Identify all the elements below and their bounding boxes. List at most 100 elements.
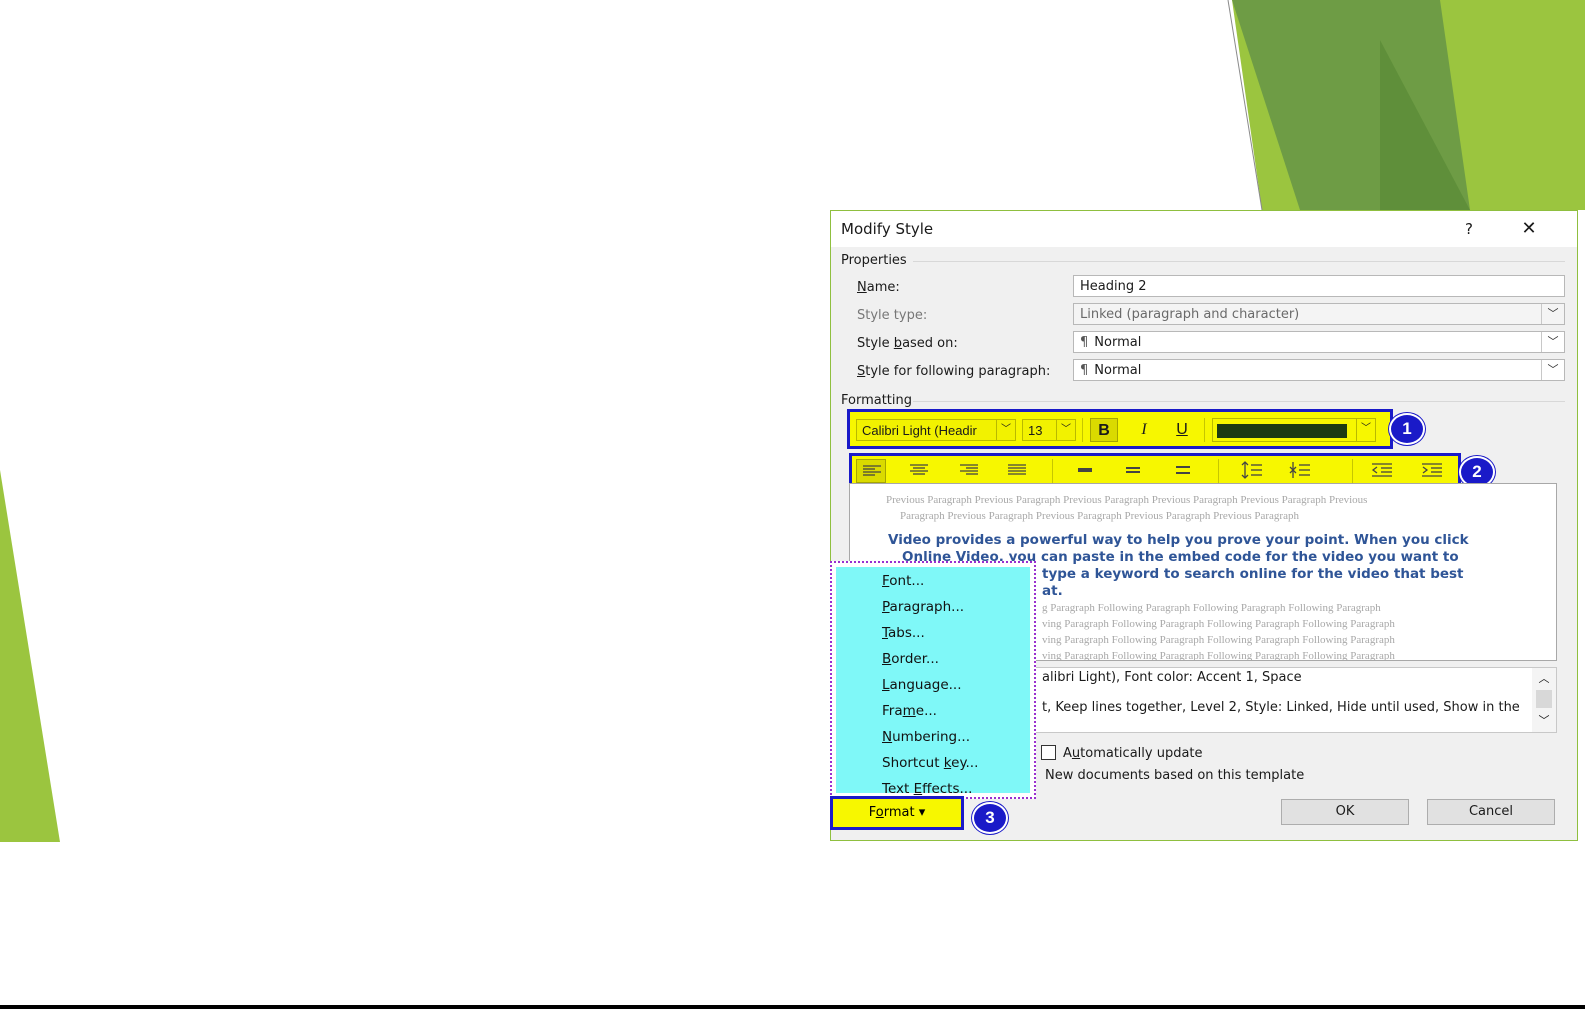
preview-sample-text: type a keyword to search online for the … — [1042, 566, 1464, 582]
format-button[interactable]: Format ▾ — [830, 796, 964, 830]
chevron-down-icon: ﹀ — [1541, 304, 1564, 324]
close-button[interactable]: ✕ — [1517, 217, 1541, 241]
help-button[interactable]: ? — [1457, 217, 1481, 241]
following-paragraph-label: Style for following paragraph: — [857, 364, 1051, 379]
one-half-spacing-button[interactable] — [1118, 459, 1148, 483]
decrease-indent-button[interactable] — [1366, 459, 1396, 483]
toolbar-separator — [1204, 418, 1205, 442]
toolbar-separator — [1082, 418, 1083, 442]
name-label: Name: — [857, 280, 900, 295]
properties-divider — [913, 261, 1565, 262]
style-based-on-select[interactable]: ¶ Normal ﹀ — [1073, 331, 1565, 353]
chevron-down-icon: ﹀ — [996, 420, 1015, 440]
slide-bottom-border — [0, 1005, 1585, 1009]
menu-item-border[interactable]: Border... — [882, 651, 939, 667]
properties-section-label: Properties — [841, 253, 907, 268]
font-color-swatch — [1217, 424, 1347, 438]
menu-item-paragraph[interactable]: Paragraph... — [882, 599, 964, 615]
toolbar-separator — [1352, 459, 1353, 483]
align-left-icon — [863, 465, 881, 476]
ok-button[interactable]: OK — [1281, 799, 1409, 825]
dialog-titlebar: Modify Style ? ✕ — [831, 211, 1577, 247]
new-documents-option-label[interactable]: New documents based on this template — [1045, 768, 1304, 783]
style-type-select[interactable]: Linked (paragraph and character) ﹀ — [1073, 303, 1565, 325]
style-description-line: t, Keep lines together, Level 2, Style: … — [1042, 700, 1520, 715]
increase-paragraph-spacing-button[interactable] — [1236, 459, 1266, 483]
chevron-down-icon: ﹀ — [1541, 332, 1564, 352]
cancel-button[interactable]: Cancel — [1427, 799, 1555, 825]
font-name-value: Calibri Light (Headir — [862, 423, 977, 438]
auto-update-label: Automatically update — [1063, 746, 1203, 761]
decrease-paragraph-spacing-button[interactable] — [1284, 459, 1314, 483]
caret-down-icon: ▾ — [918, 805, 926, 820]
format-dropdown-menu: Font... Paragraph... Tabs... Border... L… — [830, 561, 1036, 799]
chevron-up-icon[interactable]: ︿ — [1532, 670, 1556, 688]
increase-indent-icon — [1422, 463, 1442, 477]
align-left-button[interactable] — [856, 459, 886, 483]
scrollbar-thumb[interactable] — [1536, 690, 1552, 708]
line-spacing-single-icon — [1078, 468, 1092, 472]
following-paragraph-select[interactable]: ¶ Normal ﹀ — [1073, 359, 1565, 381]
menu-item-shortcut-key[interactable]: Shortcut key... — [882, 755, 978, 771]
description-scrollbar[interactable]: ︿ ﹀ — [1532, 668, 1556, 732]
style-type-label: Style type: — [857, 308, 928, 323]
font-size-select[interactable]: 13 ﹀ — [1022, 419, 1076, 441]
align-right-button[interactable] — [954, 459, 984, 483]
menu-item-frame[interactable]: Frame... — [882, 703, 937, 719]
justify-icon — [1008, 464, 1026, 475]
menu-item-text-effects[interactable]: Text Effects... — [882, 781, 972, 797]
preview-previous-paragraph: Previous Paragraph Previous Paragraph Pr… — [886, 494, 1368, 506]
preview-following-paragraph: ving Paragraph Following Paragraph Follo… — [1042, 634, 1395, 646]
menu-item-language[interactable]: Language... — [882, 677, 962, 693]
font-formatting-toolbar: Calibri Light (Headir ﹀ 13 ﹀ B I U ﹀ — [847, 409, 1393, 449]
chevron-down-icon: ﹀ — [1356, 419, 1375, 441]
font-name-select[interactable]: Calibri Light (Headir ﹀ — [856, 419, 1016, 441]
chevron-down-icon: ﹀ — [1541, 360, 1564, 380]
slide-triangle-left — [0, 470, 60, 842]
decrease-indent-icon — [1371, 463, 1392, 477]
format-menu-list: Font... Paragraph... Tabs... Border... L… — [836, 567, 1030, 797]
increase-indent-button[interactable] — [1416, 459, 1446, 483]
auto-update-checkbox[interactable] — [1041, 745, 1056, 760]
single-spacing-button[interactable] — [1070, 459, 1100, 483]
menu-item-font[interactable]: Font... — [882, 573, 924, 589]
chevron-down-icon[interactable]: ﹀ — [1532, 712, 1556, 730]
style-description-line: alibri Light), Font color: Accent 1, Spa… — [1042, 670, 1302, 685]
align-center-button[interactable] — [904, 459, 934, 483]
preview-following-paragraph: ving Paragraph Following Paragraph Follo… — [1042, 650, 1395, 661]
preview-sample-text: at. — [1042, 583, 1063, 599]
formatting-section-label: Formatting — [841, 393, 913, 408]
style-based-on-value: Normal — [1094, 335, 1142, 350]
menu-item-tabs[interactable]: Tabs... — [882, 625, 925, 641]
line-spacing-one-half-icon — [1126, 467, 1140, 473]
double-spacing-button[interactable] — [1168, 459, 1198, 483]
callout-badge-1: 1 — [1389, 413, 1425, 445]
name-input-value: Heading 2 — [1080, 279, 1147, 294]
underline-button[interactable]: U — [1168, 418, 1196, 442]
dialog-title: Modify Style — [841, 220, 934, 238]
align-center-icon — [910, 464, 928, 475]
chevron-down-icon: ﹀ — [1056, 420, 1075, 440]
preview-following-paragraph: ving Paragraph Following Paragraph Follo… — [1042, 618, 1395, 630]
callout-badge-3: 3 — [972, 802, 1008, 834]
line-spacing-double-icon — [1176, 466, 1190, 474]
preview-previous-paragraph: Paragraph Previous Paragraph Previous Pa… — [900, 510, 1299, 522]
menu-item-numbering[interactable]: Numbering... — [882, 729, 970, 745]
toolbar-separator — [1052, 459, 1053, 483]
align-right-icon — [960, 464, 978, 475]
preview-sample-text: Video provides a powerful way to help yo… — [888, 532, 1469, 548]
toolbar-separator — [1218, 459, 1219, 483]
style-based-on-label: Style based on: — [857, 336, 958, 351]
style-type-value: Linked (paragraph and character) — [1080, 307, 1300, 322]
justify-button[interactable] — [1002, 459, 1032, 483]
formatting-divider — [913, 401, 1565, 402]
paragraph-spacing-decrease-icon — [1289, 462, 1310, 478]
preview-following-paragraph: g Paragraph Following Paragraph Followin… — [1042, 602, 1381, 614]
paragraph-formatting-toolbar — [849, 453, 1461, 487]
pilcrow-icon: ¶ — [1080, 335, 1089, 350]
font-size-value: 13 — [1028, 423, 1043, 438]
italic-button[interactable]: I — [1130, 418, 1158, 442]
bold-button[interactable]: B — [1090, 418, 1118, 442]
name-input[interactable]: Heading 2 — [1073, 275, 1565, 297]
font-color-select[interactable]: ﹀ — [1212, 418, 1376, 442]
